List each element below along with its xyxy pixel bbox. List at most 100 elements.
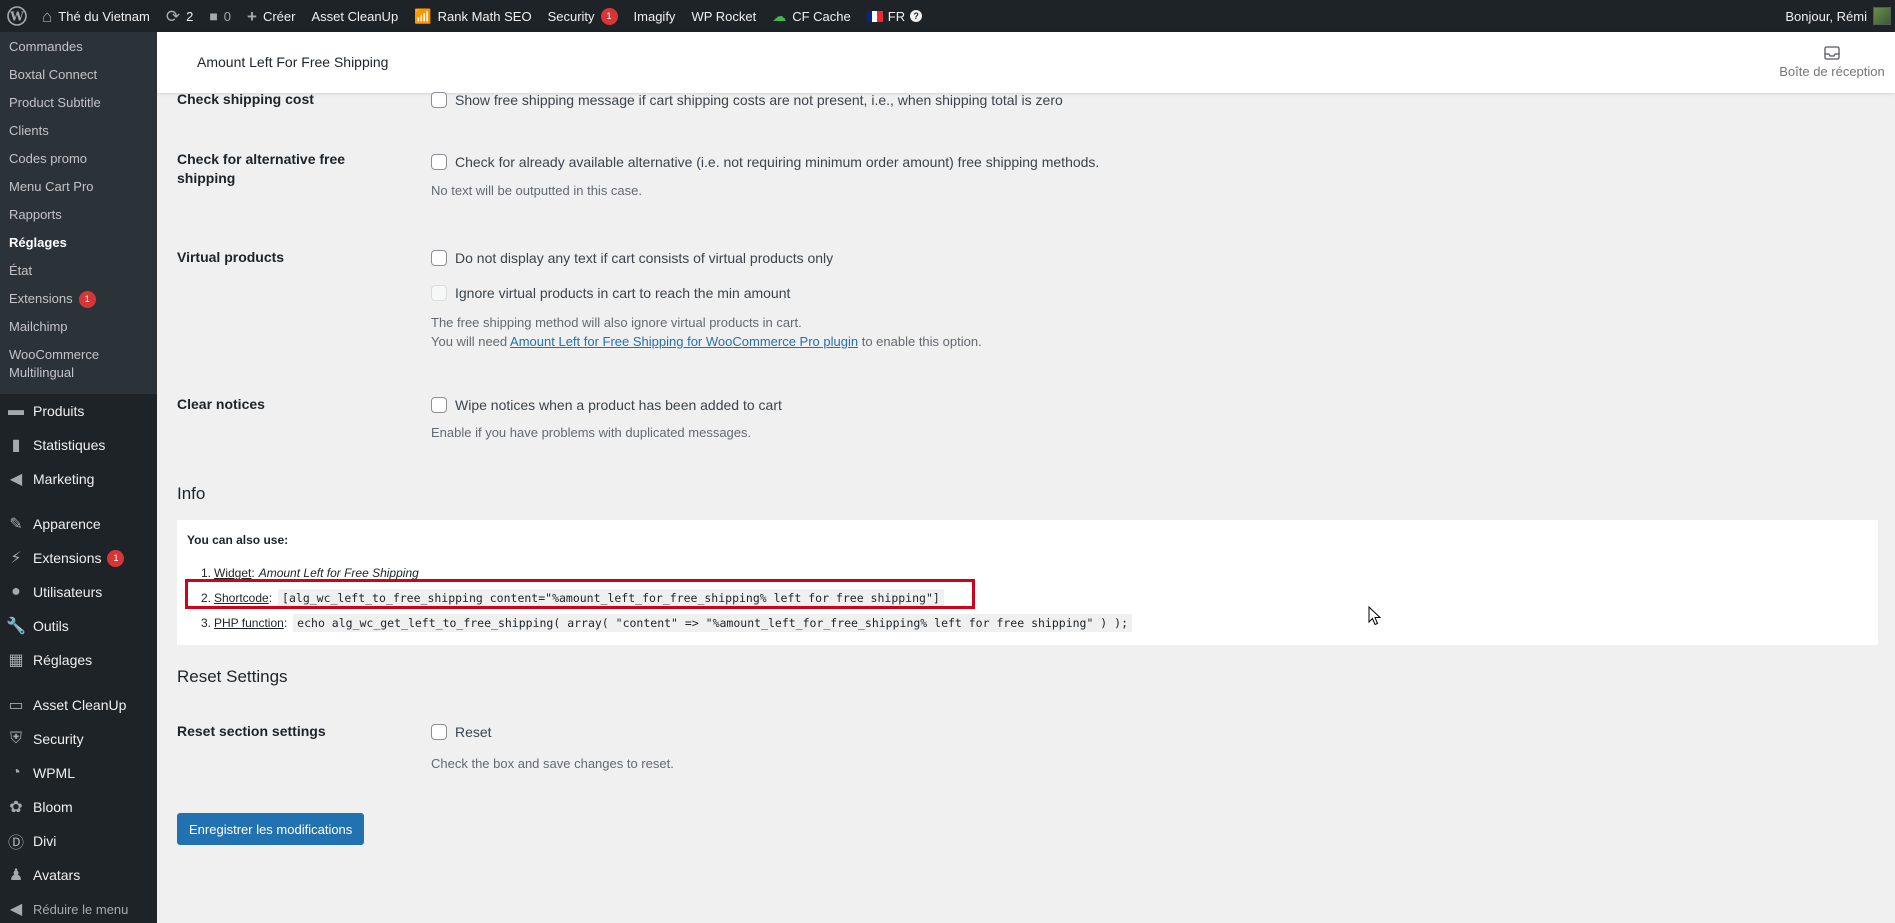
submenu-rapports[interactable]: Rapports <box>0 201 157 229</box>
mouse-cursor-icon <box>1368 606 1382 626</box>
settings-form: Check shipping cost Show free shipping m… <box>157 91 1895 923</box>
virtual-only-checkbox[interactable] <box>431 250 447 266</box>
comment-icon: ■ <box>209 8 218 24</box>
info-item-widget: 1. Widget : Amount Left for Free Shippin… <box>187 560 1132 585</box>
field-description: The free shipping method will also ignor… <box>431 315 802 330</box>
menu-extensions[interactable]: ⚡ Extensions 1 <box>0 541 157 575</box>
checkbox-label: Do not display any text if cart consists… <box>455 250 834 266</box>
alternative-free-shipping-checkbox[interactable] <box>431 154 447 170</box>
submenu-woocommerce-multilingual[interactable]: WooCommerce Multilingual <box>0 341 157 384</box>
create-label: Créer <box>262 8 296 24</box>
info-intro: You can also use: <box>187 533 289 547</box>
checkbox-label: Reset <box>455 724 492 740</box>
language-label: FR <box>887 8 906 24</box>
reset-heading: Reset Settings <box>177 667 288 686</box>
field-description: No text will be outputted in this case. <box>431 183 643 198</box>
security-link[interactable]: Security 1 <box>540 0 626 32</box>
reset-checkbox[interactable] <box>431 724 447 740</box>
language-switcher[interactable]: FR ? <box>859 0 930 32</box>
my-account-link[interactable]: Bonjour, Rémi <box>1777 0 1895 32</box>
submenu-codes-promo[interactable]: Codes promo <box>0 145 157 173</box>
menu-label: Produits <box>33 403 85 419</box>
widget-link[interactable]: Widget <box>214 566 251 580</box>
shield-icon: ⛨ <box>9 730 22 747</box>
menu-avatars[interactable]: ♟ Avatars <box>0 858 157 892</box>
wp-rocket-label: WP Rocket <box>691 8 757 24</box>
menu-label: Asset CleanUp <box>33 697 127 713</box>
separator: : <box>251 565 255 580</box>
security-label: Security <box>547 8 595 24</box>
alternative-free-shipping-option[interactable]: Check for already available alternative … <box>431 152 1099 172</box>
menu-label: Bloom <box>33 799 73 815</box>
menu-wpml[interactable]: ◔ WPML <box>0 756 157 790</box>
submenu-mailchimp[interactable]: Mailchimp <box>0 313 157 341</box>
cf-cache-label: CF Cache <box>792 8 851 24</box>
archive-icon: ▬ <box>8 402 24 419</box>
submenu-commandes[interactable]: Commandes <box>0 33 157 61</box>
reset-option[interactable]: Reset <box>431 722 674 742</box>
admin-sidebar: Commandes Boxtal Connect Product Subtitl… <box>0 32 157 923</box>
submenu-reglages[interactable]: Réglages <box>0 229 157 257</box>
menu-label: Utilisateurs <box>33 584 103 600</box>
clear-notices-option[interactable]: Wipe notices when a product has been add… <box>431 395 782 415</box>
menu-label: Apparence <box>33 516 101 532</box>
menu-marketing[interactable]: ◀ Marketing <box>0 462 157 496</box>
virtual-only-option[interactable]: Do not display any text if cart consists… <box>431 248 982 268</box>
menu-asset-cleanup[interactable]: ▭ Asset CleanUp <box>0 688 157 722</box>
menu-divi[interactable]: Ⓓ Divi <box>0 824 157 858</box>
clear-notices-checkbox[interactable] <box>431 397 447 413</box>
wordpress-logo-button[interactable]: W <box>0 0 34 32</box>
updates-link[interactable]: ⟳ 2 <box>158 0 201 32</box>
ignore-virtual-option[interactable]: Ignore virtual products in cart to reach… <box>431 283 982 303</box>
menu-label: Divi <box>33 833 57 849</box>
info-list: 1. Widget : Amount Left for Free Shippin… <box>187 560 1133 635</box>
submenu-product-subtitle[interactable]: Product Subtitle <box>0 89 157 117</box>
menu-produits[interactable]: ▬ Produits <box>0 394 157 428</box>
comments-link[interactable]: ■ 0 <box>201 0 239 32</box>
submenu-boxtal-connect[interactable]: Boxtal Connect <box>0 61 157 89</box>
asset-cleanup-link[interactable]: Asset CleanUp <box>303 0 406 32</box>
submenu-menu-cart-pro[interactable]: Menu Cart Pro <box>0 173 157 201</box>
wrench-icon: 🔧 <box>6 618 26 635</box>
submenu-label: WooCommerce Multilingual <box>9 347 100 380</box>
menu-label: Marketing <box>33 471 95 487</box>
update-badge: 1 <box>107 549 125 567</box>
checkbox-label: Wipe notices when a product has been add… <box>455 397 782 413</box>
collapse-menu-button[interactable]: ◀ Réduire le menu <box>0 892 157 923</box>
imagify-link[interactable]: Imagify <box>626 0 684 32</box>
menu-reglages[interactable]: ▦ Réglages <box>0 643 157 677</box>
pro-plugin-link[interactable]: Amount Left for Free Shipping for WooCom… <box>510 334 858 349</box>
php-function-link[interactable]: PHP function <box>214 616 284 630</box>
menu-label: WPML <box>33 765 75 781</box>
megaphone-icon: ◀ <box>9 471 23 488</box>
submenu-label: État <box>9 263 33 278</box>
user-icon: ● <box>11 583 21 600</box>
security-badge: 1 <box>600 7 618 25</box>
submenu-etat[interactable]: État <box>0 257 157 285</box>
ignore-virtual-checkbox[interactable] <box>431 285 447 301</box>
menu-bloom[interactable]: ✿ Bloom <box>0 790 157 824</box>
save-changes-button[interactable]: Enregistrer les modifications <box>177 813 365 845</box>
submenu-clients[interactable]: Clients <box>0 117 157 145</box>
shortcode-link[interactable]: Shortcode <box>214 591 269 605</box>
avatar-icon: ♟ <box>8 867 24 884</box>
asset-cleanup-label: Asset CleanUp <box>311 8 399 24</box>
submenu-extensions[interactable]: Extensions 1 <box>0 285 157 313</box>
cf-cache-link[interactable]: ☁ CF Cache <box>764 0 859 32</box>
create-new-link[interactable]: + Créer <box>239 0 303 32</box>
french-flag-icon <box>866 10 883 22</box>
menu-outils[interactable]: 🔧 Outils <box>0 609 157 643</box>
wordpress-icon: W <box>7 6 27 26</box>
check-shipping-cost-option[interactable]: Show free shipping message if cart shipp… <box>431 90 1063 110</box>
inbox-button[interactable]: Boîte de réception <box>1777 46 1887 79</box>
menu-utilisateurs[interactable]: ● Utilisateurs <box>0 575 157 609</box>
check-shipping-cost-checkbox[interactable] <box>431 92 447 108</box>
menu-security[interactable]: ⛨ Security <box>0 722 157 756</box>
site-name-link[interactable]: ⌂ Thé du Vietnam <box>34 0 158 32</box>
page-header: Amount Left For Free Shipping Boîte de r… <box>157 32 1895 94</box>
wp-rocket-link[interactable]: WP Rocket <box>683 0 764 32</box>
rank-math-link[interactable]: 📶 Rank Math SEO <box>406 0 539 32</box>
submenu-label: Extensions <box>9 291 73 306</box>
menu-statistiques[interactable]: ▮ Statistiques <box>0 428 157 462</box>
menu-apparence[interactable]: ✎ Apparence <box>0 507 157 541</box>
